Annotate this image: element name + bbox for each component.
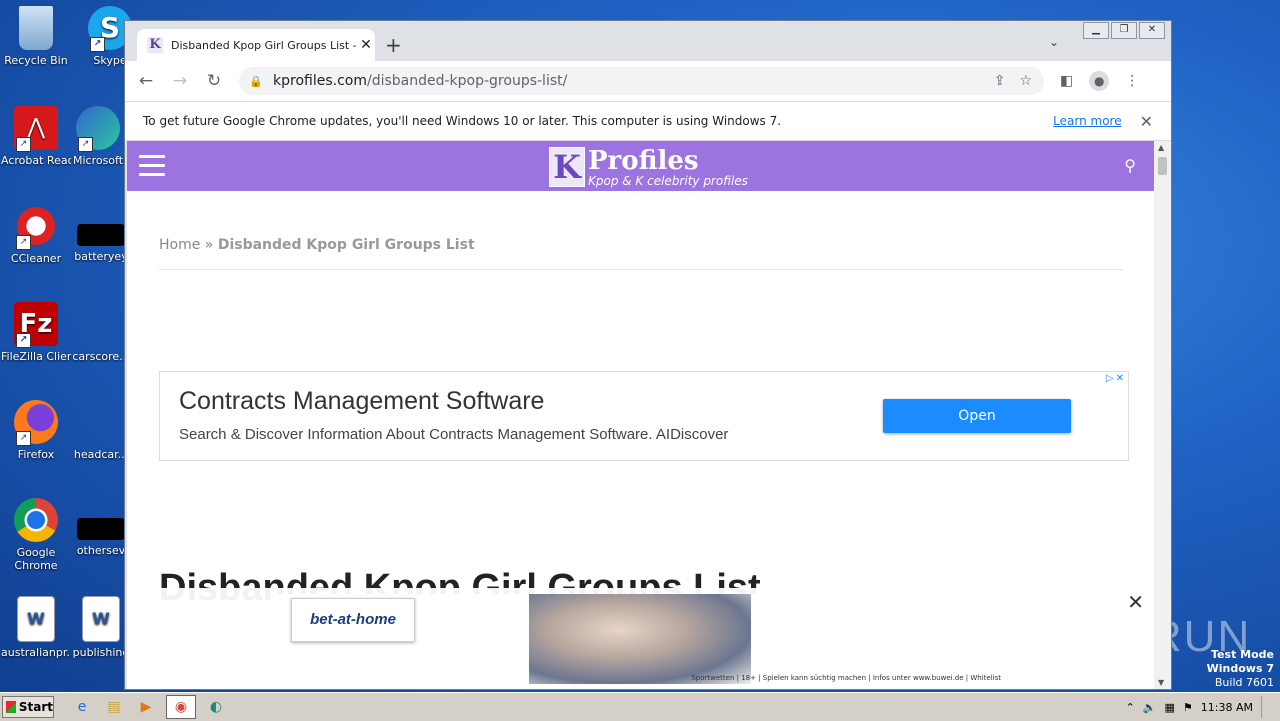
close-sticky-ad-icon[interactable]: ✕ [1127, 590, 1144, 614]
desktop-icon-firefox[interactable]: ↗ Firefox [1, 400, 71, 461]
site-header: K Profiles Kpop & K celebrity profiles ⚲ [127, 141, 1154, 191]
address-bar[interactable]: 🔒 kprofiles.com/disbanded-kpop-groups-li… [239, 67, 1044, 95]
desktop-icon-filezilla[interactable]: Fz ↗ FileZilla Client [1, 302, 71, 363]
tab-search-chevron-icon[interactable]: ⌄ [1049, 35, 1059, 49]
desktop-icon-australianpr[interactable]: W australianpr... [1, 596, 71, 659]
page-viewport: K Profiles Kpop & K celebrity profiles ⚲… [127, 141, 1154, 689]
breadcrumb-home-link[interactable]: Home [159, 237, 200, 253]
close-infobar-icon[interactable]: ✕ [1140, 112, 1153, 131]
show-desktop-button[interactable] [1261, 696, 1272, 718]
adchoices-icon[interactable]: ▷✕ [1106, 373, 1126, 384]
update-infobar: To get future Google Chrome updates, you… [125, 101, 1171, 141]
infobar-message: To get future Google Chrome updates, you… [143, 114, 782, 128]
url-host: kprofiles.com [273, 73, 367, 89]
page-scrollbar[interactable]: ▲ ▼ [1154, 141, 1171, 689]
action-center-flag-icon[interactable]: ⚑ [1183, 701, 1193, 714]
menu-kebab-icon[interactable]: ⋮ [1125, 73, 1139, 89]
network-icon[interactable]: ▦ [1165, 701, 1175, 714]
desktop-icon-chrome[interactable]: Google Chrome [1, 498, 71, 572]
chrome-icon [14, 498, 58, 542]
ad-subline: Search & Discover Information About Cont… [179, 426, 729, 443]
filezilla-icon: Fz ↗ [14, 302, 58, 348]
media-player-taskbar-icon[interactable]: ▶ [134, 696, 158, 718]
divider [159, 269, 1123, 270]
file-icon [79, 400, 123, 444]
profile-avatar-icon[interactable]: ● [1089, 71, 1110, 91]
desktop-icon-ccleaner[interactable]: ↗ CCleaner [1, 204, 71, 265]
back-arrow-icon[interactable]: ← [133, 71, 159, 91]
lock-icon[interactable]: 🔒 [249, 75, 263, 88]
sticky-ad: bet-at-home Sportwetten | 18+ | Spielen … [127, 588, 1154, 689]
kprofiles-logo[interactable]: K Profiles Kpop & K celebrity profiles [549, 147, 748, 187]
browser-tab[interactable]: K Disbanded Kpop Girl Groups List - Kp ✕ [137, 29, 375, 61]
desktop-icon-recycle-bin[interactable]: Recycle Bin [1, 6, 71, 67]
share-icon[interactable]: ⇪ [994, 73, 1006, 89]
scroll-down-icon[interactable]: ▼ [1158, 678, 1164, 687]
shortcut-arrow-icon: ↗ [16, 235, 31, 250]
shortcut-arrow-icon: ↗ [16, 431, 31, 446]
bet-at-home-logo: bet-at-home [291, 598, 415, 642]
clock[interactable]: 11:38 AM [1201, 701, 1253, 714]
breadcrumb-current: Disbanded Kpop Girl Groups List [217, 237, 475, 253]
test-mode-notice: Test Mode Windows 7 Build 7601 [1206, 648, 1274, 689]
banner-disclaimer: Sportwetten | 18+ | Spielen kann süchtig… [691, 674, 1001, 682]
search-icon[interactable]: ⚲ [1124, 156, 1136, 175]
system-tray: ⌃ 🔈 ▦ ⚑ 11:38 AM [1126, 696, 1280, 718]
scroll-thumb[interactable] [1158, 157, 1167, 175]
window-controls: ▁ ❐ ✕ [1083, 22, 1165, 39]
restore-icon[interactable]: ❐ [1111, 22, 1137, 39]
ad-banner[interactable]: Contracts Management Software Search & D… [159, 371, 1129, 461]
chrome-taskbar-icon[interactable]: ◉ [166, 695, 196, 719]
file-icon [79, 302, 123, 346]
minimize-icon[interactable]: ▁ [1083, 22, 1109, 39]
url-path: /disbanded-kpop-groups-list/ [366, 73, 568, 89]
scroll-up-icon[interactable]: ▲ [1158, 143, 1164, 152]
desktop-icon-acrobat[interactable]: ⋀↗ Acrobat Reader DC [1, 106, 71, 167]
ccleaner-icon: ↗ [14, 204, 58, 250]
edge-taskbar-icon[interactable]: ◐ [204, 696, 228, 718]
side-panel-icon[interactable]: ◧ [1060, 73, 1073, 89]
browser-toolbar: ← → ↻ 🔒 kprofiles.com/disbanded-kpop-gro… [125, 61, 1171, 101]
volume-icon[interactable]: 🔈 [1143, 701, 1157, 714]
taskbar: Start e ▤ ▶ ◉ ◐ ⌃ 🔈 ▦ ⚑ 11:38 AM [0, 692, 1280, 721]
tab-title: Disbanded Kpop Girl Groups List - Kp [171, 38, 357, 52]
tray-expand-icon[interactable]: ⌃ [1126, 701, 1135, 714]
recycle-bin-icon [19, 6, 53, 50]
learn-more-link[interactable]: Learn more [1053, 114, 1121, 128]
ie-taskbar-icon[interactable]: e [70, 696, 94, 718]
chrome-window: ▁ ❐ ✕ K Disbanded Kpop Girl Groups List … [124, 20, 1172, 690]
reload-icon[interactable]: ↻ [201, 71, 227, 91]
bookmark-star-icon[interactable]: ☆ [1019, 73, 1032, 89]
ad-headline[interactable]: Contracts Management Software [179, 387, 544, 416]
shortcut-arrow-icon: ↗ [16, 137, 31, 152]
acrobat-icon: ⋀ ↗ [14, 106, 58, 152]
betting-banner[interactable]: bet-at-home Sportwetten | 18+ | Spielen … [277, 594, 1005, 684]
desktop-icon-edge[interactable]: ↗ Microsoft [63, 106, 133, 167]
breadcrumb: Home » Disbanded Kpop Girl Groups List [159, 237, 475, 253]
shortcut-arrow-icon: ↗ [16, 333, 31, 348]
word-doc-icon: W [17, 596, 55, 642]
file-icon [77, 224, 125, 246]
new-tab-icon[interactable]: + [385, 34, 402, 56]
file-icon [77, 518, 125, 540]
shortcut-arrow-icon: ↗ [78, 137, 93, 152]
forward-arrow-icon[interactable]: → [167, 71, 193, 91]
kprofiles-favicon-icon: K [147, 37, 163, 53]
word-doc-icon: W [82, 596, 120, 642]
close-tab-icon[interactable]: ✕ [357, 37, 375, 53]
shortcut-arrow-icon: ↗ [90, 37, 105, 52]
start-button[interactable]: Start [2, 696, 54, 718]
ad-open-button[interactable]: Open [883, 399, 1071, 433]
edge-icon: ↗ [76, 106, 120, 152]
firefox-icon: ↗ [14, 400, 58, 446]
close-window-icon[interactable]: ✕ [1139, 22, 1165, 39]
banner-photo [529, 594, 751, 684]
hamburger-menu-icon[interactable] [139, 155, 165, 182]
explorer-taskbar-icon[interactable]: ▤ [102, 696, 126, 718]
windows-flag-icon [6, 701, 16, 713]
